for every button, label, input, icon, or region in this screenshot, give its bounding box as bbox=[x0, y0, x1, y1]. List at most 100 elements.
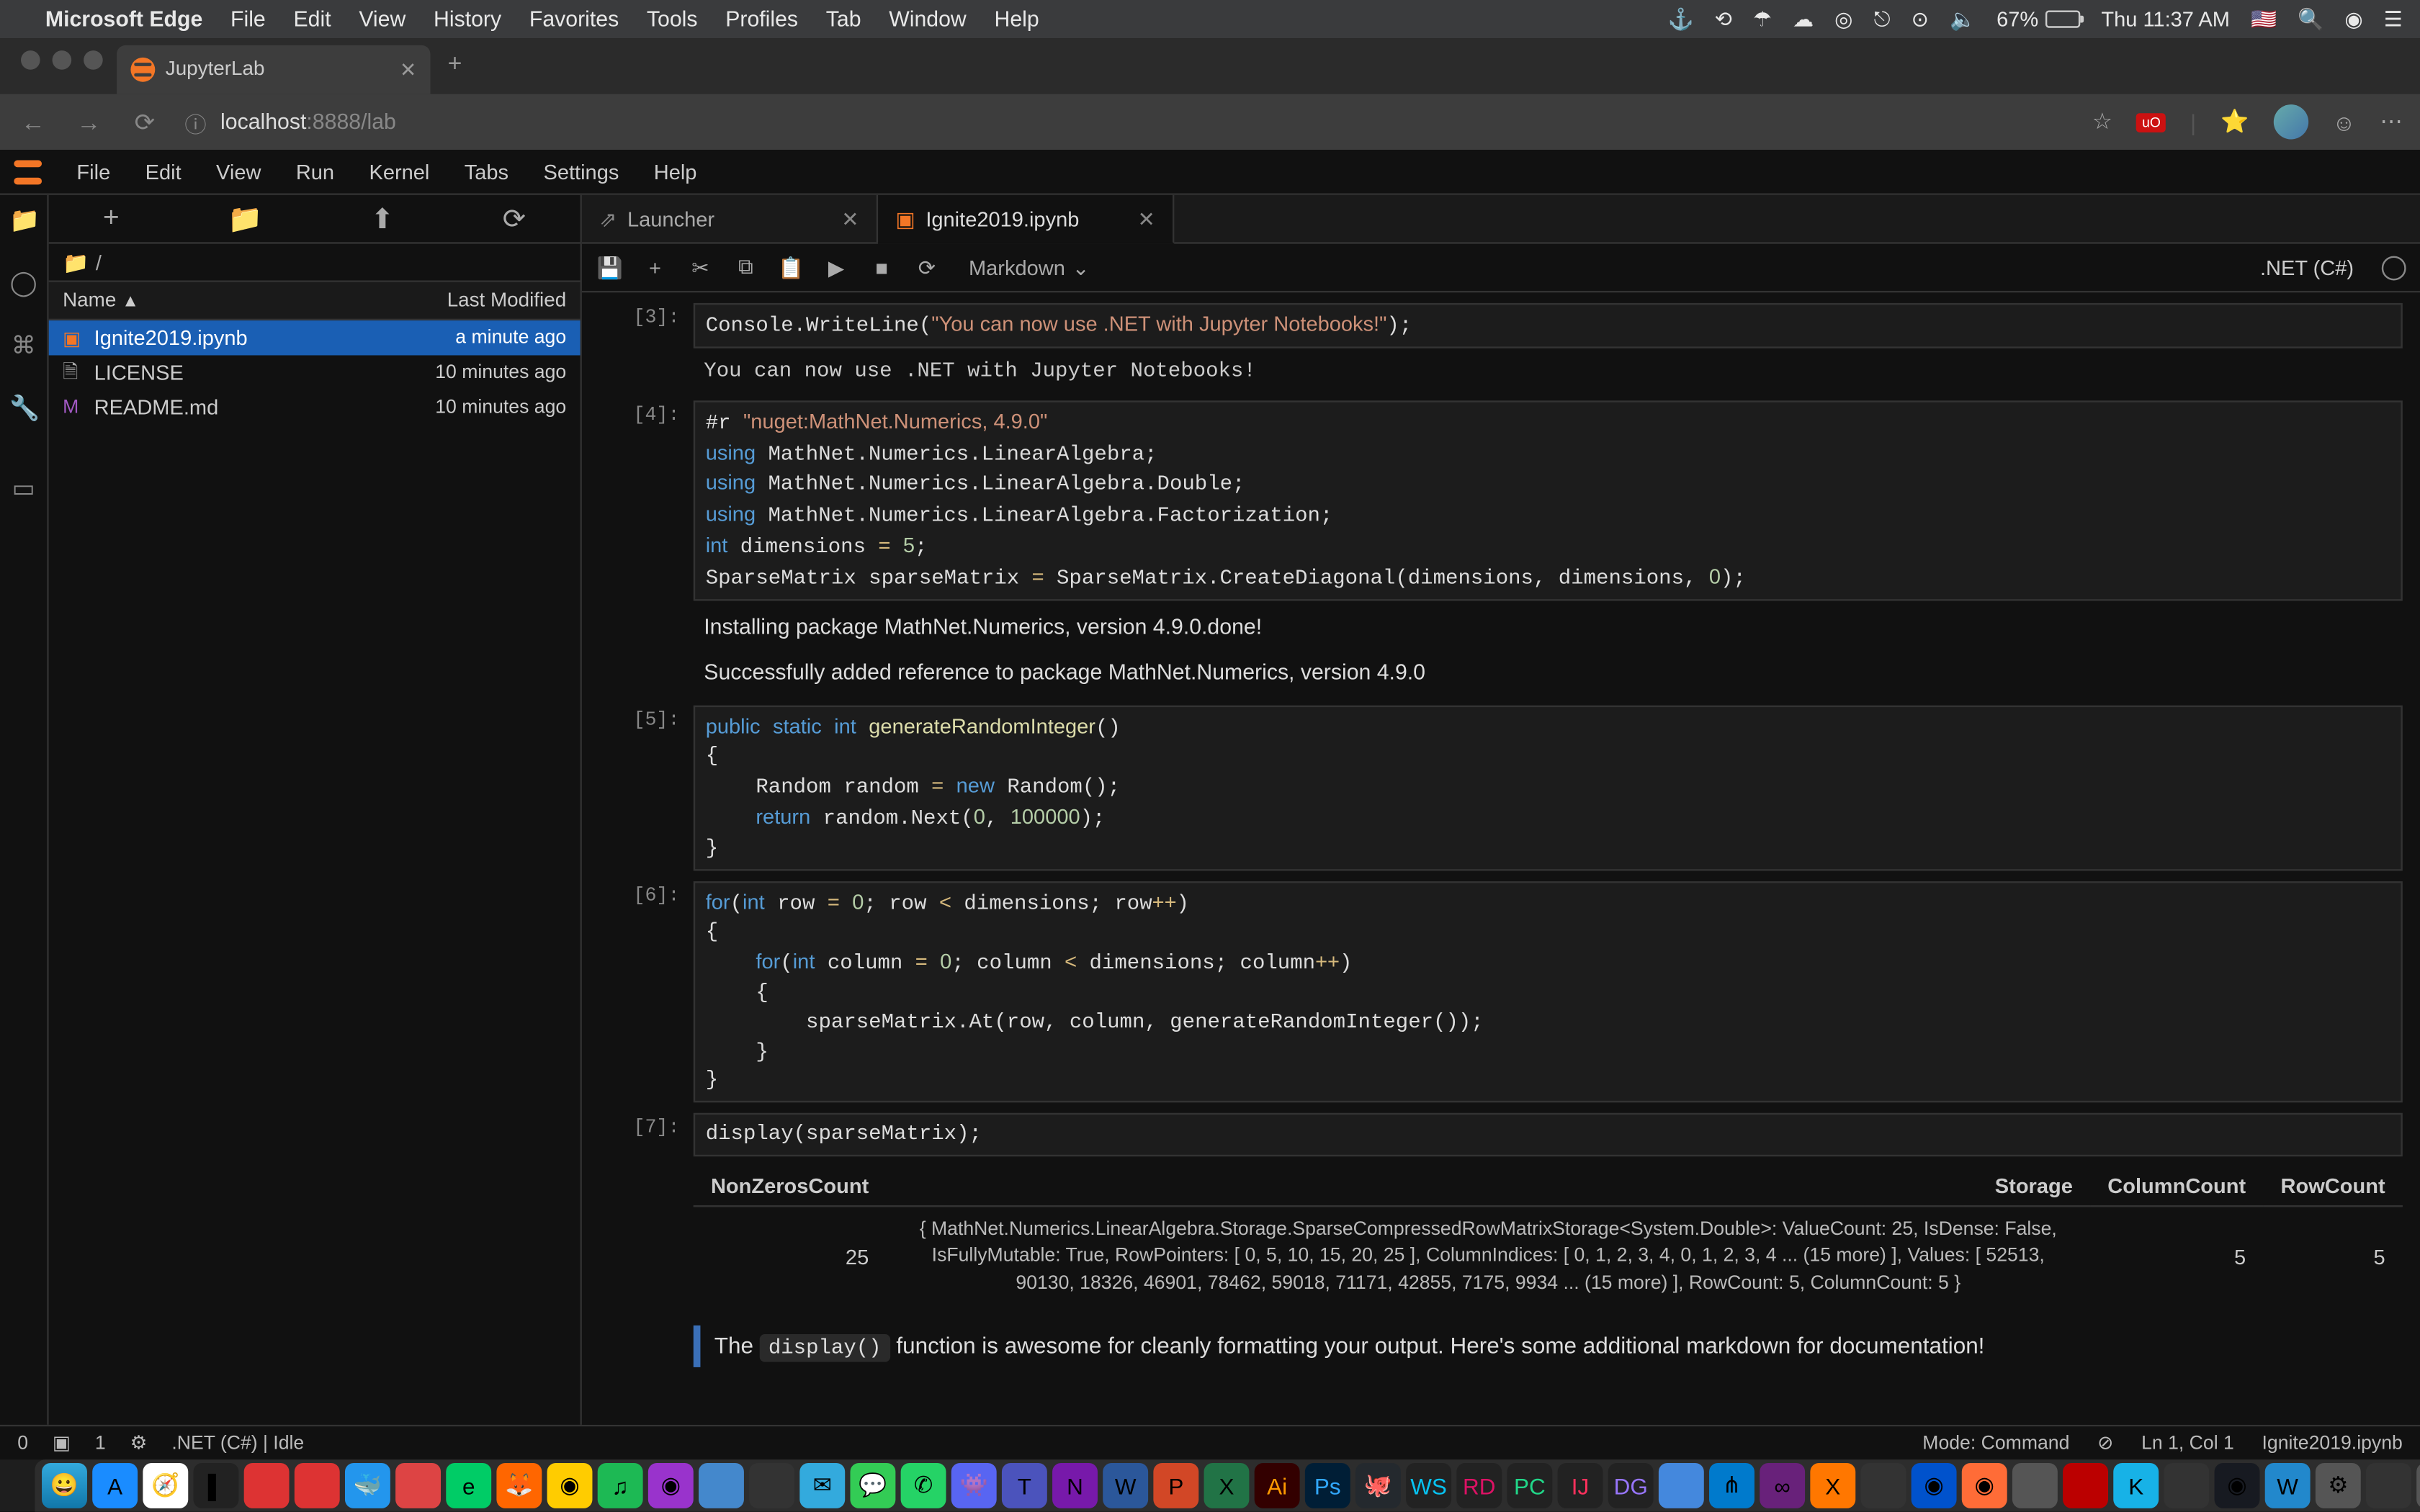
minimize-window-icon[interactable] bbox=[53, 50, 72, 69]
dock-sourcetree-icon[interactable]: ◉ bbox=[1912, 1463, 1957, 1508]
dock-firefox-icon[interactable]: 🦊 bbox=[496, 1463, 542, 1508]
dock-discord-icon[interactable]: 👾 bbox=[951, 1463, 997, 1508]
status-filename[interactable]: Ignite2019.ipynb bbox=[2262, 1433, 2403, 1454]
clock[interactable]: Thu 11:37 AM bbox=[2101, 7, 2230, 32]
dock-photoshop-icon[interactable]: Ps bbox=[1305, 1463, 1350, 1508]
menu-edit[interactable]: Edit bbox=[293, 7, 331, 32]
insert-cell-button[interactable]: + bbox=[641, 255, 669, 279]
tabs-icon[interactable]: 🔧 bbox=[9, 394, 37, 422]
code-cell[interactable]: [5]: public static int generateRandomInt… bbox=[592, 705, 2402, 870]
jl-menu-view[interactable]: View bbox=[199, 159, 279, 184]
cut-button[interactable]: ✂ bbox=[686, 255, 714, 279]
dock-vscode-icon[interactable]: ⋔ bbox=[1709, 1463, 1754, 1508]
markdown-cell[interactable]: The display() function is awesome for cl… bbox=[694, 1326, 2403, 1367]
jl-menu-run[interactable]: Run bbox=[279, 159, 352, 184]
dock-word-icon[interactable]: W bbox=[1103, 1463, 1148, 1508]
dock-trash-icon[interactable]: 🗑 bbox=[2416, 1463, 2420, 1508]
upload-icon[interactable]: ⬆ bbox=[371, 201, 394, 235]
terminal-icon[interactable]: ▣ bbox=[53, 1431, 71, 1454]
code-cell[interactable]: [6]: for(int row = 0; row < dimensions; … bbox=[592, 881, 2402, 1103]
save-button[interactable]: 💾 bbox=[596, 255, 624, 279]
volume-icon[interactable]: 🔈 bbox=[1950, 7, 1976, 32]
eye-icon[interactable]: ⊙ bbox=[1912, 7, 1929, 32]
file-browser-icon[interactable]: 📁 bbox=[9, 205, 37, 233]
run-button[interactable]: ▶ bbox=[823, 255, 851, 279]
dock-app-icon[interactable] bbox=[1860, 1463, 1906, 1508]
control-center-icon[interactable]: ☰ bbox=[2384, 7, 2403, 32]
dock-app-icon[interactable] bbox=[1659, 1463, 1704, 1508]
extension-icon[interactable]: ▭ bbox=[9, 474, 37, 502]
file-row[interactable]: ▣Ignite2019.ipynba minute ago bbox=[49, 320, 581, 355]
browser-tab-jupyterlab[interactable]: JupyterLab ✕ bbox=[117, 45, 430, 94]
more-menu-icon[interactable]: ⋯ bbox=[2380, 108, 2402, 136]
forward-button[interactable]: → bbox=[73, 108, 105, 136]
jl-menu-settings[interactable]: Settings bbox=[526, 159, 636, 184]
menu-profiles[interactable]: Profiles bbox=[725, 7, 798, 32]
file-row[interactable]: MREADME.md10 minutes ago bbox=[49, 390, 581, 425]
dock-podcasts-icon[interactable]: ◉ bbox=[648, 1463, 694, 1508]
menu-tab[interactable]: Tab bbox=[826, 7, 861, 32]
dock-app-icon[interactable] bbox=[244, 1463, 290, 1508]
back-button[interactable]: ← bbox=[17, 108, 49, 136]
running-kernels-icon[interactable]: ◯ bbox=[9, 269, 37, 297]
feedback-icon[interactable]: ☺ bbox=[2332, 109, 2355, 135]
dock-messages-icon[interactable]: 💬 bbox=[850, 1463, 895, 1508]
dock-github-icon[interactable]: 🐙 bbox=[1355, 1463, 1401, 1508]
docker-icon[interactable]: ⚓ bbox=[1667, 7, 1693, 32]
tab-close-icon[interactable]: ✕ bbox=[841, 207, 859, 231]
close-window-icon[interactable] bbox=[21, 50, 40, 69]
ublock-extension-icon[interactable]: uO bbox=[2137, 112, 2166, 132]
code-input[interactable]: Console.WriteLine("You can now use .NET … bbox=[694, 303, 2403, 348]
dock-webstorm-icon[interactable]: WS bbox=[1406, 1463, 1451, 1508]
maximize-window-icon[interactable] bbox=[84, 50, 103, 69]
menu-window[interactable]: Window bbox=[889, 7, 967, 32]
umbrella-icon[interactable]: ☂ bbox=[1753, 7, 1772, 32]
dock-illustrator-icon[interactable]: Ai bbox=[1255, 1463, 1300, 1508]
dock-chrome-icon[interactable]: ◉ bbox=[547, 1463, 593, 1508]
dock-teams-icon[interactable]: T bbox=[1002, 1463, 1047, 1508]
kernel-status-icon[interactable] bbox=[2382, 255, 2406, 279]
refresh-files-icon[interactable]: ⟳ bbox=[503, 201, 526, 235]
jl-menu-tabs[interactable]: Tabs bbox=[447, 159, 526, 184]
code-input[interactable]: #r "nuget:MathNet.Numerics, 4.9.0" using… bbox=[694, 400, 2403, 600]
flag-icon[interactable]: 🇺🇸 bbox=[2251, 7, 2277, 32]
code-input[interactable]: display(sparseMatrix); bbox=[694, 1113, 2403, 1156]
dock-intellij-icon[interactable]: IJ bbox=[1558, 1463, 1603, 1508]
mode-indicator[interactable]: Mode: Command bbox=[1922, 1433, 2069, 1454]
jupyter-logo-icon[interactable] bbox=[11, 154, 45, 189]
dock-app-icon[interactable]: X bbox=[1810, 1463, 1855, 1508]
address-bar[interactable]: ⓘ localhost:8888/lab bbox=[184, 105, 2067, 138]
site-info-icon[interactable]: ⓘ bbox=[184, 105, 206, 138]
cell-type-dropdown[interactable]: Markdown ⌄ bbox=[969, 255, 1090, 279]
dock-onenote-icon[interactable]: N bbox=[1052, 1463, 1098, 1508]
dock-app-icon[interactable]: W bbox=[2265, 1463, 2311, 1508]
code-input[interactable]: for(int row = 0; row < dimensions; row++… bbox=[694, 881, 2403, 1103]
col-name[interactable]: Name ▲ bbox=[63, 290, 139, 311]
dock-edge-icon[interactable]: e bbox=[446, 1463, 491, 1508]
dock-excel-icon[interactable]: X bbox=[1204, 1463, 1250, 1508]
sync-icon[interactable]: ⟲ bbox=[1715, 7, 1732, 32]
dock-safari-icon[interactable]: 🧭 bbox=[143, 1463, 188, 1508]
new-launcher-icon[interactable]: + bbox=[103, 203, 120, 235]
breadcrumb-root[interactable]: / bbox=[96, 250, 102, 274]
code-cell[interactable]: [7]: display(sparseMatrix); bbox=[592, 1113, 2402, 1156]
commands-icon[interactable]: ⌘ bbox=[9, 331, 37, 359]
restart-kernel-button[interactable]: ⟳ bbox=[913, 255, 941, 279]
dock-kodi-icon[interactable]: K bbox=[2113, 1463, 2159, 1508]
dock-datagrip-icon[interactable]: DG bbox=[1608, 1463, 1654, 1508]
tab-close-icon[interactable]: ✕ bbox=[1137, 207, 1155, 231]
bluetooth-icon[interactable]: ⎋ bbox=[1874, 6, 1891, 32]
cursor-position[interactable]: Ln 1, Col 1 bbox=[2141, 1433, 2234, 1454]
jl-menu-kernel[interactable]: Kernel bbox=[351, 159, 447, 184]
code-cell[interactable]: [4]: #r "nuget:MathNet.Numerics, 4.9.0" … bbox=[592, 400, 2402, 600]
document-tab[interactable]: ▣Ignite2019.ipynb✕ bbox=[878, 195, 1174, 244]
menu-file[interactable]: File bbox=[230, 7, 266, 32]
kernel-name[interactable]: .NET (C#) bbox=[2260, 255, 2354, 279]
status-item[interactable]: 1 bbox=[95, 1433, 106, 1454]
menu-view[interactable]: View bbox=[359, 7, 405, 32]
siri-icon[interactable]: ◉ bbox=[2344, 7, 2362, 32]
dock-app-icon[interactable] bbox=[2366, 1463, 2411, 1508]
dock-terminal-icon[interactable]: ▌ bbox=[194, 1463, 239, 1508]
favorite-star-icon[interactable]: ☆ bbox=[2092, 108, 2112, 136]
favorites-button[interactable]: ⭐ bbox=[2220, 108, 2249, 136]
